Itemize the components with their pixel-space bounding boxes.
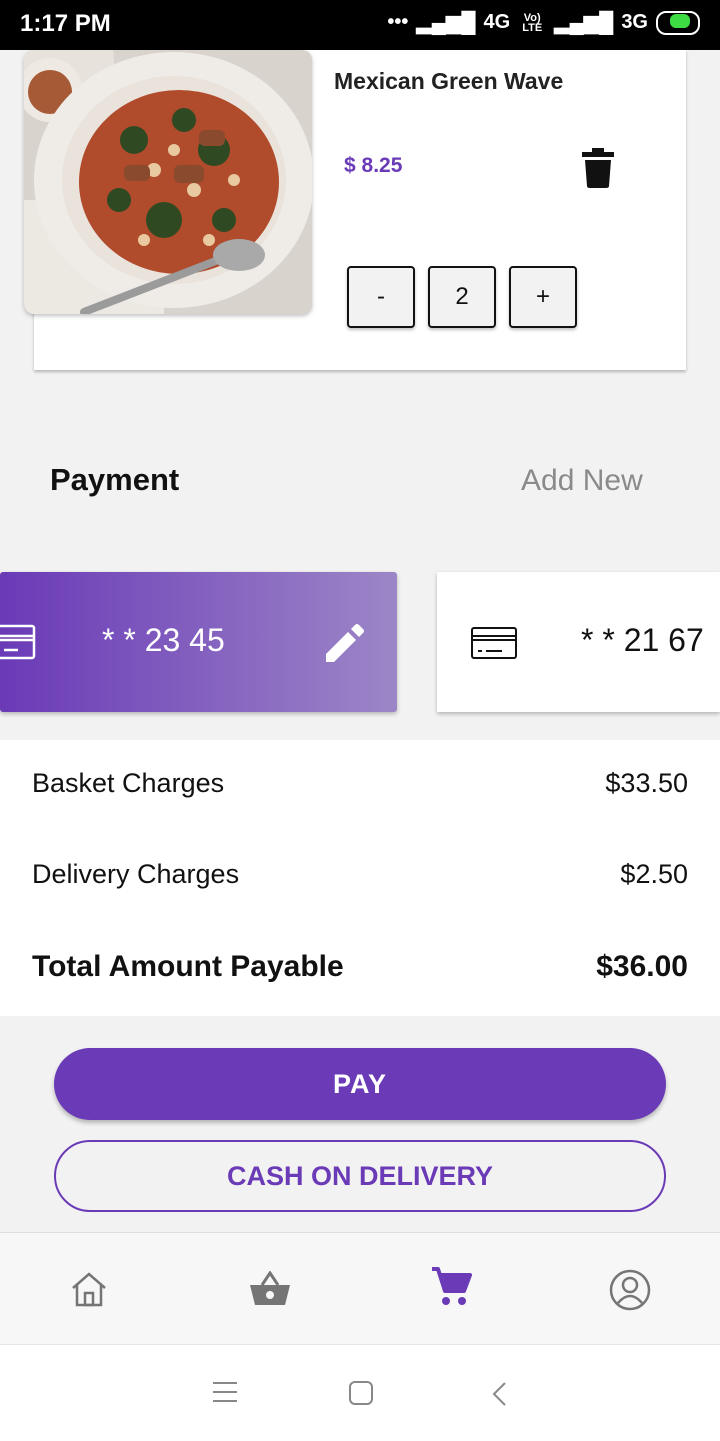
home-icon xyxy=(72,1272,106,1307)
nav-basket[interactable] xyxy=(248,1270,292,1312)
increase-quantity-button[interactable]: + xyxy=(509,266,577,328)
signal-icon-2: ▂▄▆█ xyxy=(554,12,614,34)
nav-home[interactable] xyxy=(70,1271,108,1312)
system-back-button[interactable] xyxy=(491,1381,507,1412)
basket-charges-value: $33.50 xyxy=(605,768,688,798)
back-icon xyxy=(492,1382,506,1406)
total-payable-value: $36.00 xyxy=(596,950,688,983)
menu-icon xyxy=(213,1382,237,1402)
trash-icon xyxy=(582,148,614,188)
basket-charges-label: Basket Charges xyxy=(32,768,225,798)
bottom-nav xyxy=(0,1232,720,1345)
delete-item-button[interactable] xyxy=(582,148,614,193)
card-number: * * 23 45 xyxy=(102,622,225,658)
edit-icon[interactable] xyxy=(322,622,366,666)
credit-card-icon xyxy=(0,624,36,660)
signal-icon: ▂▄▆█ xyxy=(416,12,476,34)
charges-summary: Basket Charges $33.50 Delivery Charges $… xyxy=(0,740,720,1016)
nav-cart[interactable] xyxy=(430,1265,472,1312)
add-new-card-link[interactable]: Add New xyxy=(521,464,643,498)
payment-title: Payment xyxy=(50,462,180,497)
status-bar: 1:17 PM ••• ▂▄▆█ 4G Vo) LTE ▂▄▆█ 3G xyxy=(0,0,720,50)
status-indicators: ••• ▂▄▆█ 4G Vo) LTE ▂▄▆█ 3G xyxy=(387,10,700,35)
system-home-button[interactable] xyxy=(349,1381,373,1410)
credit-card-icon xyxy=(471,627,517,659)
payment-card[interactable]: * * 21 67 xyxy=(437,572,720,712)
home-square-icon xyxy=(349,1381,373,1405)
network-1: 4G xyxy=(483,11,511,33)
item-price: $ 8.25 xyxy=(344,154,403,177)
item-image xyxy=(24,50,312,314)
pay-button[interactable]: PAY xyxy=(54,1048,666,1120)
profile-icon xyxy=(609,1269,651,1311)
decrease-quantity-button[interactable]: - xyxy=(347,266,415,328)
dots-icon: ••• xyxy=(387,11,409,33)
status-time: 1:17 PM xyxy=(20,10,111,37)
basket-icon xyxy=(250,1270,290,1305)
quantity-value: 2 xyxy=(428,266,496,328)
cart-icon xyxy=(432,1267,472,1305)
cash-on-delivery-button[interactable]: CASH ON DELIVERY xyxy=(54,1140,666,1212)
delivery-charges-label: Delivery Charges xyxy=(32,859,240,889)
nav-profile[interactable] xyxy=(609,1269,651,1316)
card-number: * * 21 67 xyxy=(581,622,704,658)
system-nav-bar xyxy=(0,1344,720,1441)
total-payable-label: Total Amount Payable xyxy=(32,950,344,983)
system-menu-button[interactable] xyxy=(213,1381,237,1408)
network-2: 3G xyxy=(621,11,648,33)
volte-label: Vo) LTE xyxy=(522,11,543,34)
delivery-charges-value: $2.50 xyxy=(620,859,688,889)
payment-card-selected[interactable]: * * 23 45 xyxy=(0,572,397,712)
item-name: Mexican Green Wave xyxy=(334,68,564,94)
battery-icon xyxy=(656,10,700,35)
